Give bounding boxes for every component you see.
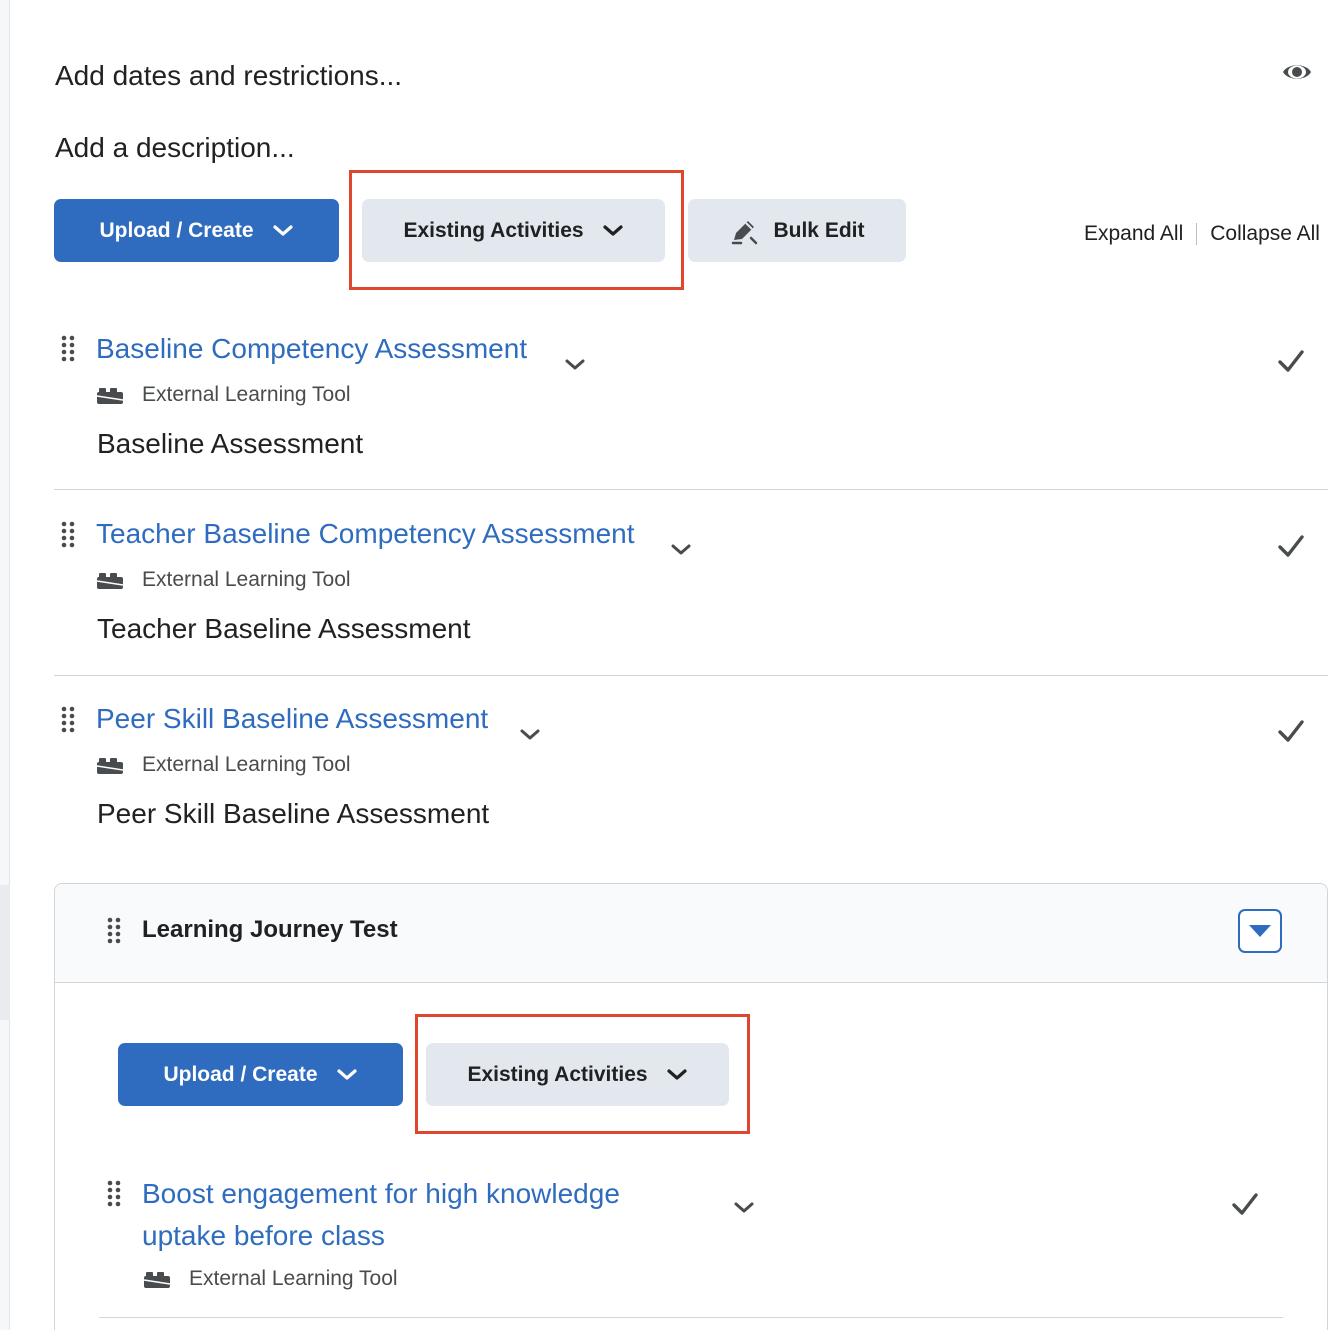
upload-create-label: Upload / Create: [163, 1062, 318, 1086]
module-title: Learning Journey Test: [142, 916, 398, 943]
existing-activities-button[interactable]: Existing Activities: [362, 199, 665, 262]
pencil-icon: [732, 220, 758, 244]
item-type: External Learning Tool: [143, 1267, 398, 1291]
existing-activities-label: Existing Activities: [403, 218, 584, 242]
module-existing-activities-button[interactable]: Existing Activities: [426, 1043, 729, 1106]
item-title-link[interactable]: Peer Skill Baseline Assessment: [96, 703, 488, 735]
module-header: Learning Journey Test: [55, 884, 1327, 983]
bulk-edit-label: Bulk Edit: [773, 218, 865, 242]
expand-collapse-controls: Expand All Collapse All: [1084, 222, 1320, 246]
item-type-label: External Learning Tool: [142, 568, 351, 591]
drag-handle-icon[interactable]: [106, 916, 122, 946]
existing-activities-label: Existing Activities: [467, 1062, 648, 1086]
content-item: Peer Skill Baseline Assessment External …: [54, 676, 1328, 856]
item-type-label: External Learning Tool: [142, 383, 351, 406]
add-description-link[interactable]: Add a description...: [55, 132, 295, 164]
upload-create-button[interactable]: Upload / Create: [54, 199, 339, 262]
external-tool-icon: [96, 758, 124, 774]
drag-handle-icon[interactable]: [60, 334, 76, 364]
chevron-down-icon: [272, 224, 293, 236]
expand-all-link[interactable]: Expand All: [1084, 222, 1183, 246]
chevron-down-icon: [336, 1068, 357, 1080]
item-description: Baseline Assessment: [97, 428, 364, 459]
divider: [99, 1317, 1283, 1318]
chevron-down-icon[interactable]: [731, 1195, 757, 1221]
external-tool-icon: [96, 388, 124, 404]
separator: [1196, 223, 1198, 245]
item-type: External Learning Tool: [96, 383, 351, 407]
checkmark-icon[interactable]: [1276, 346, 1306, 376]
item-description: Peer Skill Baseline Assessment: [97, 798, 490, 829]
chevron-down-icon: [666, 1068, 687, 1080]
module-panel: Learning Journey Test Upload / Create Ex…: [54, 883, 1328, 1330]
drag-handle-icon[interactable]: [106, 1179, 122, 1209]
external-tool-icon: [143, 1272, 171, 1288]
content-item: Baseline Competency Assessment External …: [54, 310, 1328, 490]
drag-handle-icon[interactable]: [60, 520, 76, 550]
collapse-all-link[interactable]: Collapse All: [1210, 222, 1320, 246]
item-description: Teacher Baseline Assessment: [97, 613, 471, 644]
chevron-down-icon: [602, 224, 623, 236]
item-type-label: External Learning Tool: [142, 753, 351, 776]
drag-handle-icon[interactable]: [60, 705, 76, 735]
eye-icon[interactable]: [1282, 60, 1312, 84]
item-title-link[interactable]: Teacher Baseline Competency Assessment: [96, 518, 635, 550]
external-tool-icon: [96, 573, 124, 589]
content-item: Teacher Baseline Competency Assessment E…: [54, 490, 1328, 676]
item-title-link[interactable]: Boost engagement for high knowledge upta…: [142, 1173, 682, 1257]
item-type: External Learning Tool: [96, 753, 351, 777]
bulk-edit-button[interactable]: Bulk Edit: [688, 199, 906, 262]
upload-create-label: Upload / Create: [99, 218, 254, 242]
left-rail: [0, 0, 10, 1330]
rail-collapse-tab[interactable]: [0, 885, 10, 1020]
checkmark-icon[interactable]: [1230, 1189, 1260, 1219]
checkmark-icon[interactable]: [1276, 716, 1306, 746]
item-type-label: External Learning Tool: [189, 1267, 398, 1290]
add-dates-restrictions-link[interactable]: Add dates and restrictions...: [55, 60, 402, 92]
item-type: External Learning Tool: [96, 568, 351, 592]
item-title-link[interactable]: Baseline Competency Assessment: [96, 333, 527, 365]
module-collapse-toggle[interactable]: [1238, 909, 1282, 953]
chevron-down-icon[interactable]: [668, 537, 694, 563]
caret-down-icon: [1249, 925, 1271, 937]
checkmark-icon[interactable]: [1276, 531, 1306, 561]
chevron-down-icon[interactable]: [562, 352, 588, 378]
chevron-down-icon[interactable]: [517, 722, 543, 748]
module-upload-create-button[interactable]: Upload / Create: [118, 1043, 403, 1106]
